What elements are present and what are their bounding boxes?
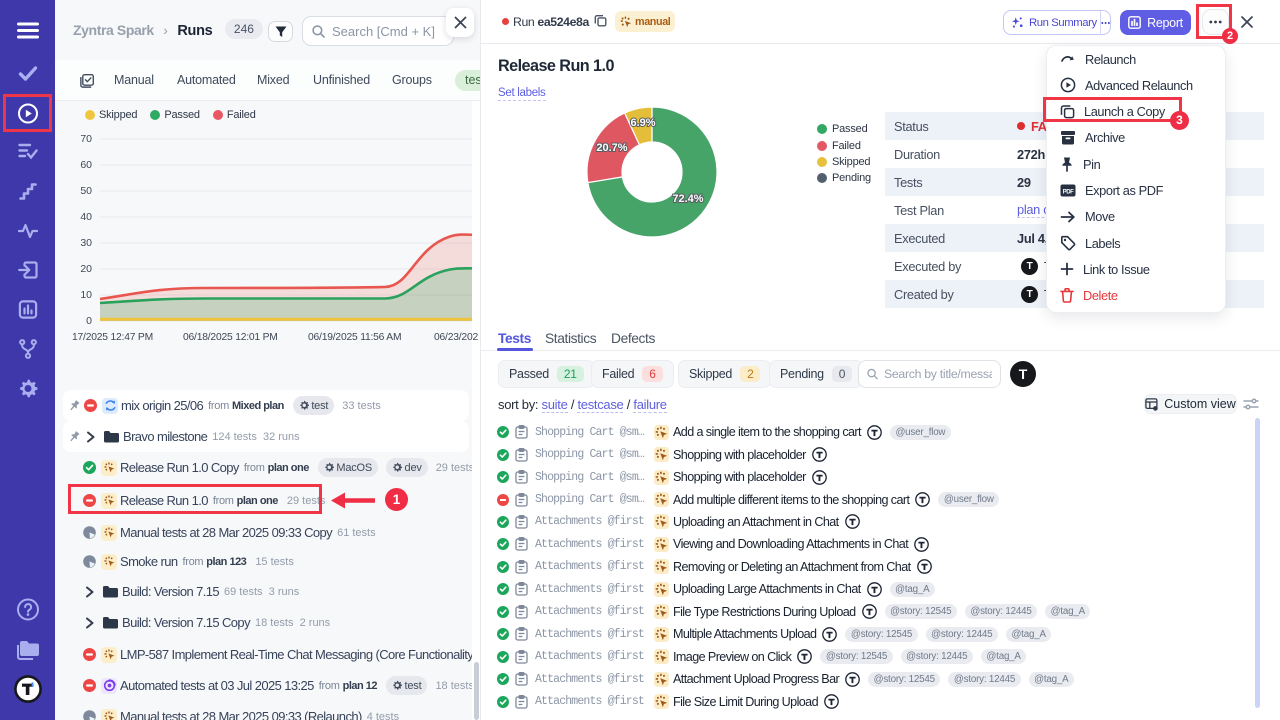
svg-text:20: 20 xyxy=(80,263,92,275)
svg-text:72.4%: 72.4% xyxy=(672,193,703,205)
svg-text:40: 40 xyxy=(80,211,92,223)
svg-text:50: 50 xyxy=(80,185,92,197)
svg-text:PDF: PDF xyxy=(1063,189,1075,195)
svg-text:6.9%: 6.9% xyxy=(630,117,655,129)
svg-text:20.7%: 20.7% xyxy=(596,142,627,154)
svg-text:10: 10 xyxy=(80,289,92,301)
svg-text:0: 0 xyxy=(86,315,92,327)
svg-text:70: 70 xyxy=(80,133,92,145)
svg-text:30: 30 xyxy=(80,237,92,249)
svg-text:60: 60 xyxy=(80,159,92,171)
